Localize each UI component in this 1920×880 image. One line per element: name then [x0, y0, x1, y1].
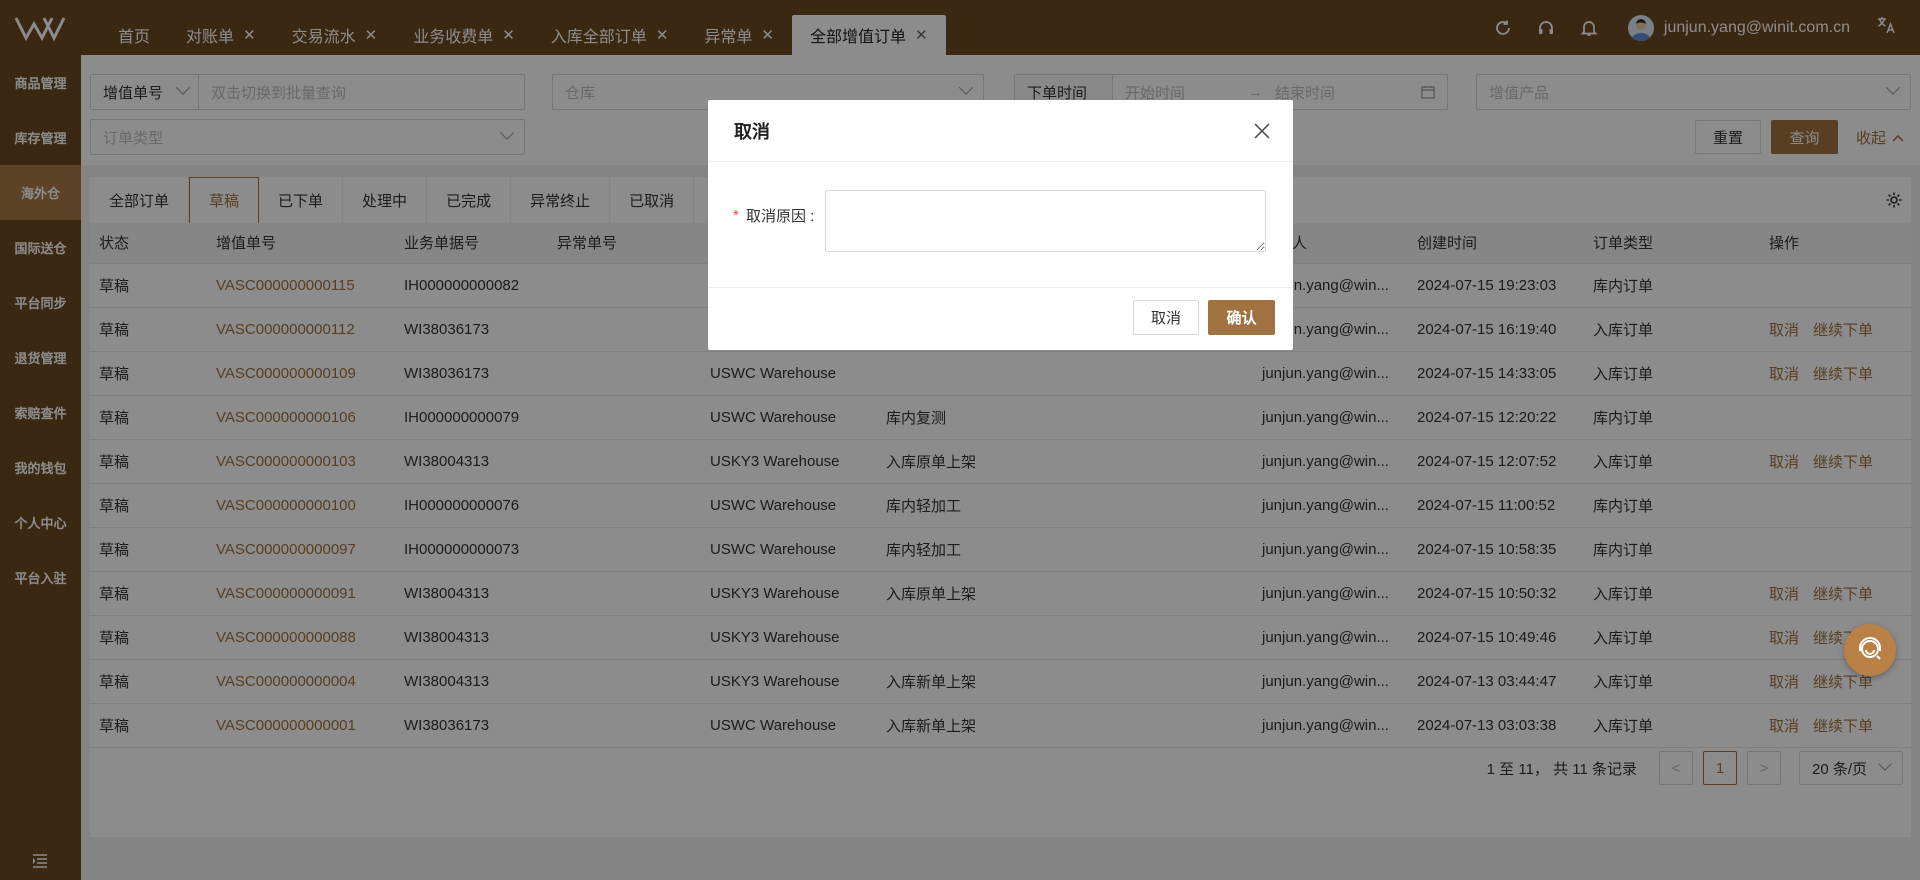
customer-service-icon [1859, 637, 1881, 660]
close-icon[interactable] [1253, 122, 1271, 140]
customer-service-button[interactable] [1844, 624, 1896, 676]
dialog-title: 取消 [734, 121, 770, 142]
dialog-header: 取消 [708, 100, 1293, 162]
dialog-footer: 取消 确认 [708, 288, 1293, 350]
dialog-cancel-button[interactable]: 取消 [1133, 300, 1199, 335]
cancel-reason-input[interactable] [825, 190, 1266, 252]
required-mark: * [733, 207, 739, 224]
dialog-confirm-button[interactable]: 确认 [1208, 300, 1275, 335]
dialog-body: * 取消原因 : [708, 162, 1293, 288]
cancel-dialog: 取消 * 取消原因 : 取消 确认 [708, 100, 1293, 350]
cancel-reason-label: 取消原因 : [746, 208, 815, 225]
